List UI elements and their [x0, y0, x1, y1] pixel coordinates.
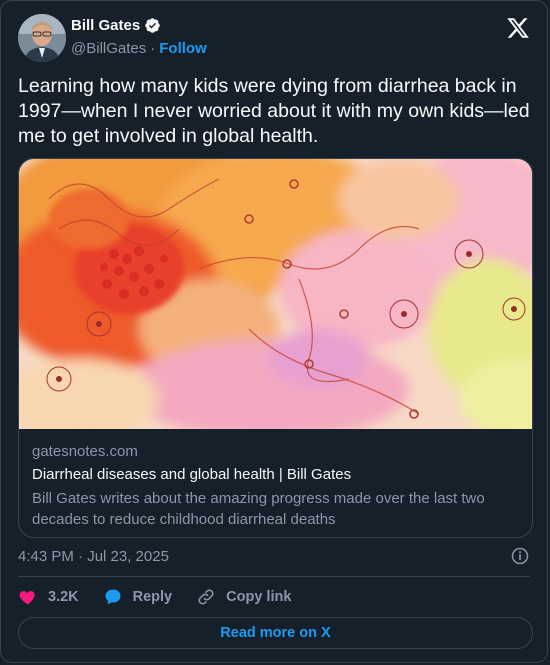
- like-count: 3.2K: [48, 589, 79, 605]
- embedded-tweet-card: Bill Gates @BillGates · Follow Learning …: [0, 0, 548, 663]
- link-description: Bill Gates writes about the amazing prog…: [32, 490, 485, 528]
- tweet-text: Learning how many kids were dying from d…: [18, 75, 530, 147]
- link-title[interactable]: Diarrheal diseases and global health | B…: [32, 465, 519, 485]
- action-bar: 3.2K Reply Copy link: [18, 586, 315, 608]
- handle-row: @BillGates · Follow: [71, 40, 207, 57]
- tweet-header: Bill Gates @BillGates · Follow: [18, 14, 530, 62]
- link-preview-card[interactable]: gatesnotes.com Diarrheal diseases and gl…: [18, 158, 533, 538]
- display-name[interactable]: Bill Gates: [71, 17, 140, 34]
- timestamp[interactable]: 4:43 PM · Jul 23, 2025: [18, 548, 169, 565]
- link-icon: [198, 589, 214, 605]
- verified-badge-icon: [145, 18, 160, 33]
- reply-label: Reply: [132, 589, 173, 605]
- link-meta: gatesnotes.com Diarrheal diseases and gl…: [32, 442, 519, 530]
- link-domain: gatesnotes.com: [32, 443, 138, 460]
- reply-bubble-icon: [105, 589, 121, 605]
- link-preview-image[interactable]: [19, 159, 533, 429]
- copy-link-button[interactable]: Copy link: [196, 587, 291, 607]
- reply-button[interactable]: Reply: [103, 587, 173, 607]
- name-row: Bill Gates: [71, 17, 161, 34]
- handle[interactable]: @BillGates: [71, 40, 146, 57]
- info-icon[interactable]: [510, 546, 530, 566]
- timestamp-row: 4:43 PM · Jul 23, 2025: [18, 546, 530, 566]
- follow-button[interactable]: Follow: [159, 40, 207, 57]
- read-more-button[interactable]: Read more on X: [18, 617, 533, 649]
- copy-link-label: Copy link: [226, 589, 292, 605]
- separator-dot: ·: [150, 40, 156, 57]
- divider: [18, 576, 530, 577]
- x-logo-icon[interactable]: [506, 16, 530, 40]
- avatar[interactable]: [18, 14, 66, 62]
- like-button[interactable]: 3.2K: [18, 587, 79, 607]
- heart-icon: [19, 591, 35, 605]
